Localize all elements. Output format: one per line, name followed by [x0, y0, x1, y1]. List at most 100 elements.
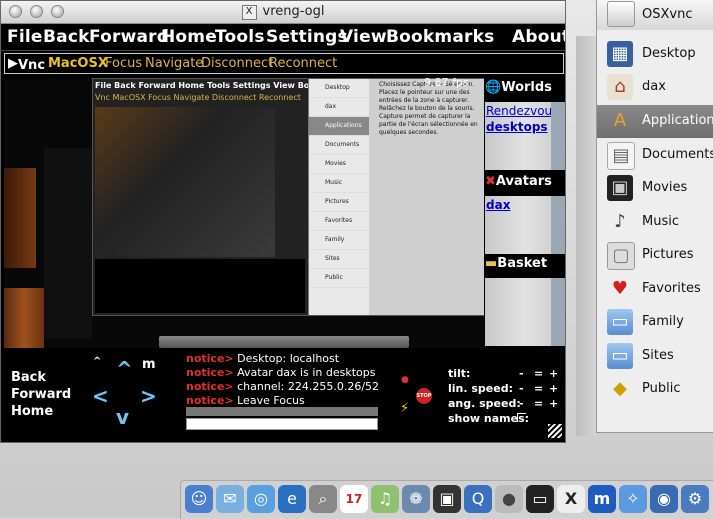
menu-back[interactable]: Back: [43, 27, 90, 47]
menu-about[interactable]: About: [512, 27, 565, 47]
itunes-icon[interactable]: ♫: [371, 485, 399, 513]
vnc-finder-item: Documents: [309, 136, 369, 155]
vnc-navigate[interactable]: Navigate: [145, 56, 203, 71]
finder-item-sites[interactable]: ▭ Sites: [597, 340, 713, 373]
down-arrow-icon[interactable]: v: [116, 405, 129, 429]
tilt-minus[interactable]: -: [519, 367, 524, 380]
basket-header: ▬Basket: [485, 256, 548, 271]
up-arrow-icon[interactable]: ^: [116, 357, 133, 381]
menu-settings[interactable]: Settings: [266, 27, 348, 47]
finder-item-music[interactable]: ♪ Music: [597, 206, 713, 239]
ang-speed-reset[interactable]: =: [534, 397, 543, 410]
worlds-scrollbar[interactable]: [551, 102, 565, 170]
nav-forward-button[interactable]: Forward: [11, 387, 71, 402]
capture-help-text: Choisissez Capture > Sélection. Placez l…: [379, 81, 478, 136]
nav-back-button[interactable]: Back: [11, 370, 46, 385]
favorites-icon: ♥: [611, 278, 629, 299]
menu-file[interactable]: File: [7, 27, 43, 47]
vnc-focus[interactable]: Focus: [105, 56, 142, 71]
notice-line: notice> Desktop: localhost: [186, 352, 340, 365]
system-preferences-icon[interactable]: ⚙: [681, 485, 709, 513]
finder-item-dax[interactable]: ⌂ dax: [597, 71, 713, 104]
vnc-host[interactable]: MacOSX: [48, 56, 108, 71]
terminal-icon[interactable]: ▭: [526, 485, 554, 513]
title-bar[interactable]: Xvreng-ogl: [1, 1, 565, 24]
avatars-scrollbar[interactable]: [551, 196, 565, 254]
safari-icon[interactable]: ✧: [619, 485, 647, 513]
ang-speed-plus[interactable]: +: [549, 397, 558, 410]
worlds-list: Rendezvous desktops: [485, 102, 565, 170]
ang-speed-label: ang. speed:: [448, 397, 521, 410]
tilt-label: tilt:: [448, 367, 471, 380]
world-link-rendezvous[interactable]: Rendezvous: [486, 104, 558, 118]
vnc-reconnect[interactable]: Reconnect: [269, 56, 337, 71]
x11-icon: X: [241, 5, 257, 20]
notice-hscrollbar[interactable]: [186, 407, 378, 416]
tilt-reset[interactable]: =: [534, 367, 543, 380]
menu-home[interactable]: Home: [161, 27, 217, 47]
left-arrow-icon[interactable]: <: [92, 384, 109, 408]
stop-button[interactable]: STOP: [416, 388, 432, 404]
notice-line: notice> Avatar dax is in desktops: [186, 366, 376, 379]
background-window-edge: [576, 36, 596, 436]
finder-icon[interactable]: ☺: [185, 485, 213, 513]
command-input[interactable]: [186, 418, 378, 430]
vnc-disconnect[interactable]: Disconnect: [201, 56, 273, 71]
osxvnc-item[interactable]: OSXvnc: [642, 7, 692, 22]
lin-speed-reset[interactable]: =: [534, 382, 543, 395]
imovie-icon[interactable]: ▣: [433, 485, 461, 513]
basket-scrollbar[interactable]: [551, 278, 565, 346]
lin-speed-minus[interactable]: -: [519, 382, 524, 395]
window-title: Xvreng-ogl: [1, 4, 565, 20]
avatar-link-dax[interactable]: dax: [486, 198, 510, 212]
iphoto-icon[interactable]: ❁: [402, 485, 430, 513]
x11-icon[interactable]: X: [557, 485, 585, 513]
ical-icon[interactable]: 17: [340, 485, 368, 513]
sites-icon: ▭: [607, 343, 633, 369]
lin-speed-plus[interactable]: +: [549, 382, 558, 395]
finder-item-public[interactable]: ◆ Public: [597, 373, 713, 406]
network-icon[interactable]: ◉: [650, 485, 678, 513]
public-icon: ◆: [613, 378, 627, 399]
menu-view[interactable]: View: [340, 27, 387, 47]
music-icon: ♪: [614, 211, 626, 232]
finder-item-applications[interactable]: AApplications: [597, 105, 713, 138]
finder-item-documents[interactable]: ▤ Documents: [597, 139, 713, 172]
finder-item-pictures[interactable]: ▢ Pictures: [597, 239, 713, 272]
menu-forward[interactable]: Forward: [89, 27, 169, 47]
ang-speed-minus[interactable]: -: [519, 397, 524, 410]
vnc-screen[interactable]: File Back Forward Home Tools Settings Vi…: [92, 78, 484, 316]
right-arrow-icon[interactable]: >: [140, 384, 157, 408]
tilt-plus[interactable]: +: [549, 367, 558, 380]
mail-icon[interactable]: ✉: [216, 485, 244, 513]
lightning-icon[interactable]: ⚡: [400, 401, 409, 416]
finder-item-favorites[interactable]: ♥ Favorites: [597, 273, 713, 306]
menu-tools[interactable]: Tools: [215, 27, 265, 47]
world-link-desktops[interactable]: desktops: [486, 120, 548, 134]
lin-speed-label: lin. speed:: [448, 382, 513, 395]
finder-window: OSXvnc ▦Desktop ⌂dax AApplications ▤Docu…: [596, 0, 713, 433]
resize-grip[interactable]: [548, 424, 562, 438]
3d-viewport[interactable]: File Back Forward Home Tools Settings Vi…: [4, 78, 484, 348]
desktop-icon: ▦: [607, 41, 633, 67]
caret-up-icon[interactable]: ^: [93, 356, 101, 367]
globe-icon: 🌐: [485, 80, 502, 95]
ichat-icon[interactable]: ◎: [247, 485, 275, 513]
finder-item-family[interactable]: ▭ Family: [597, 306, 713, 339]
internet-explorer-icon[interactable]: e: [278, 485, 306, 513]
sherlock-icon[interactable]: ⌕: [309, 485, 337, 513]
apple-icon[interactable]: ●: [495, 485, 523, 513]
disk-icon: [607, 1, 635, 27]
show-names-checkbox[interactable]: [517, 413, 526, 422]
basket-list: [485, 278, 565, 346]
finder-item-desktop[interactable]: ▦ Desktop: [597, 38, 713, 71]
vnc-finder-item: dax: [309, 98, 369, 117]
notice-log[interactable]: notice> Desktop: localhost notice> Avata…: [186, 352, 378, 414]
finder-item-movies[interactable]: ▣ Movies: [597, 172, 713, 205]
nav-home-button[interactable]: Home: [11, 404, 53, 419]
vreng-icon[interactable]: m: [588, 485, 616, 513]
quicktime-icon[interactable]: Q: [464, 485, 492, 513]
record-dot-icon[interactable]: ●: [401, 375, 409, 385]
vnc-finder-sidebar: Desktop dax Applications Documents Movie…: [309, 79, 369, 315]
menu-bookmarks[interactable]: Bookmarks: [386, 27, 494, 47]
